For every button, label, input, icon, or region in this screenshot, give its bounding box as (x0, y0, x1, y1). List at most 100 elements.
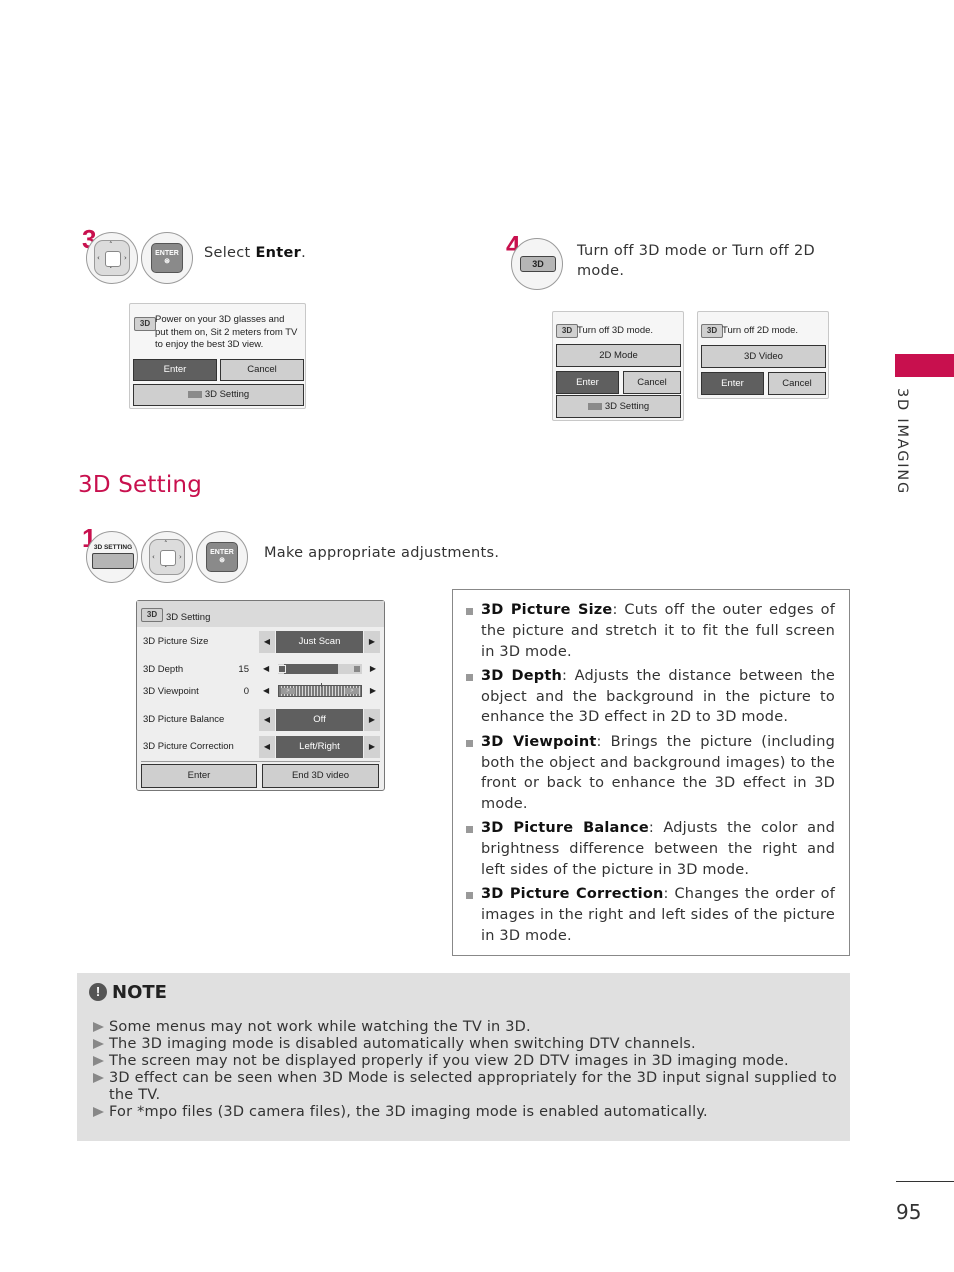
description-term: 3D Picture Size (481, 602, 613, 618)
osd-2d-mode-button[interactable]: 2D Mode (556, 344, 681, 367)
instruction-suffix: . (301, 245, 307, 261)
dpad-button-illustration: ˄ ˅ ‹ › (141, 531, 193, 583)
osd-message: Power on your 3D glasses and put them on… (155, 314, 298, 350)
page-number-rule (896, 1181, 954, 1182)
depth-start-marker (278, 665, 286, 673)
osd-cancel-button[interactable]: Cancel (623, 371, 681, 394)
picture-size-value: Just Scan (276, 631, 363, 653)
settings-description-box: 3D Picture Size: Cuts off the outer edge… (452, 589, 850, 956)
triangle-bullet-icon (93, 1039, 104, 1049)
3d-logo-icon: 3D (134, 317, 156, 331)
triangle-bullet-icon (93, 1073, 104, 1083)
enter-key-label: ENTER (210, 549, 234, 556)
right-arrow-icon[interactable]: ▶ (364, 631, 380, 653)
step3-instruction: Select Enter. (204, 245, 306, 261)
viewpoint-left-marker: > (281, 688, 295, 694)
glasses-prompt-osd: 3D Power on your 3D glasses and put them… (129, 303, 306, 409)
menu-title: 3D Setting (166, 612, 211, 623)
note-list: Some menus may not work while watching t… (93, 1019, 837, 1121)
color-key-icon (587, 402, 602, 410)
3d-setting-key-label: 3D SETTING (93, 544, 133, 551)
note-item: 3D effect can be seen when 3D Mode is se… (93, 1070, 837, 1104)
enter-key-label: ENTER (155, 250, 179, 257)
depth-fill (284, 664, 339, 674)
left-arrow-icon[interactable]: ◀ (259, 709, 275, 731)
left-arrow-icon[interactable]: ◀ (263, 662, 269, 676)
osd-message: Turn off 2D mode. (722, 325, 799, 336)
left-arrow-icon[interactable]: ◀ (259, 631, 275, 653)
note-item: The screen may not be displayed properly… (93, 1053, 837, 1070)
enter-key-icon: ENTER ⊛ (151, 243, 183, 273)
note-text: The 3D imaging mode is disabled automati… (109, 1036, 696, 1052)
menu-row-label: 3D Picture Balance (143, 714, 225, 725)
osd-3d-video-button[interactable]: 3D Video (701, 345, 826, 368)
viewpoint-track[interactable]: > > (278, 683, 362, 697)
right-arrow-icon[interactable]: ▶ (370, 684, 376, 698)
enter-key-symbol: ⊛ (219, 556, 225, 564)
right-arrow-icon[interactable]: ▶ (364, 709, 380, 731)
osd-cancel-button[interactable]: Cancel (768, 372, 826, 395)
note-text: Some menus may not work while watching t… (109, 1019, 531, 1035)
triangle-bullet-icon (93, 1022, 104, 1032)
description-term: 3D Depth (481, 667, 563, 684)
menu-divider (141, 761, 380, 762)
menu-row-label: 3D Picture Size (143, 636, 209, 647)
enter-button-illustration: ENTER ⊛ (141, 232, 193, 284)
3d-logo-icon: 3D (556, 324, 578, 338)
note-item: Some menus may not work while watching t… (93, 1019, 837, 1036)
menu-row-label: 3D Picture Correction (143, 741, 234, 752)
dpad-icon: ˄ ˅ ‹ › (94, 240, 130, 276)
note-box: ! NOTE Some menus may not work while wat… (77, 973, 850, 1141)
turn-off-2d-osd: 3D Turn off 2D mode. 3D Video Enter Canc… (697, 311, 829, 399)
picture-correction-selector[interactable]: ◀ Left/Right ▶ (259, 736, 380, 758)
picture-size-selector[interactable]: ◀ Just Scan ▶ (259, 631, 380, 653)
note-item: For *mpo files (3D camera files), the 3D… (93, 1104, 837, 1121)
turn-off-3d-osd: 3D Turn off 3D mode. 2D Mode Enter Cance… (552, 311, 684, 421)
bullet-icon (466, 673, 473, 681)
picture-balance-selector[interactable]: ◀ Off ▶ (259, 709, 380, 731)
osd-3d-setting-label: 3D Setting (204, 389, 250, 400)
osd-enter-button[interactable]: Enter (556, 371, 619, 394)
description-term: 3D Picture Balance (481, 820, 649, 837)
description-item: 3D Picture Correction: Changes the order… (465, 884, 835, 946)
osd-3d-setting-button[interactable]: 3D Setting (556, 395, 681, 418)
left-arrow-icon[interactable]: ◀ (263, 684, 269, 698)
note-text: 3D effect can be seen when 3D Mode is se… (109, 1070, 837, 1103)
3d-setting-button-illustration: 3D SETTING (86, 531, 138, 583)
step1-instruction: Make appropriate adjustments. (264, 545, 500, 561)
enter-key-symbol: ⊛ (164, 257, 170, 265)
bullet-icon (466, 826, 473, 834)
viewpoint-slider[interactable]: ◀ > > ▶ (259, 683, 380, 698)
note-text: The screen may not be displayed properly… (109, 1053, 789, 1069)
depth-slider[interactable]: ◀ ▶ (259, 662, 380, 676)
dpad-button-illustration: ˄ ˅ ‹ › (86, 232, 138, 284)
dpad-icon: ˄ ˅ ‹ › (149, 539, 185, 575)
3d-logo-icon: 3D (701, 324, 723, 338)
exclamation-icon: ! (89, 983, 107, 1001)
osd-enter-button[interactable]: Enter (133, 359, 217, 381)
menu-enter-button[interactable]: Enter (141, 764, 257, 788)
left-arrow-icon[interactable]: ◀ (259, 736, 275, 758)
triangle-bullet-icon (93, 1107, 104, 1117)
enter-button-illustration: ENTER ⊛ (196, 531, 248, 583)
3d-logo-icon: 3D (141, 608, 163, 622)
note-text: For *mpo files (3D camera files), the 3D… (109, 1104, 708, 1120)
picture-correction-value: Left/Right (276, 736, 363, 758)
osd-3d-setting-button[interactable]: 3D Setting (133, 384, 304, 406)
osd-enter-button[interactable]: Enter (701, 372, 764, 395)
depth-value: 15 (238, 664, 249, 675)
section-title: 3D Setting (78, 472, 203, 498)
description-item: 3D Depth: Adjusts the distance between t… (465, 666, 835, 728)
bullet-icon (466, 892, 473, 900)
depth-track[interactable] (278, 664, 362, 674)
description-item: 3D Picture Size: Cuts off the outer edge… (465, 600, 835, 662)
color-key-icon (187, 390, 202, 398)
right-arrow-icon[interactable]: ▶ (364, 736, 380, 758)
note-item: The 3D imaging mode is disabled automati… (93, 1036, 837, 1053)
chapter-tab-marker (895, 354, 954, 377)
osd-3d-setting-label: 3D Setting (604, 401, 650, 412)
right-arrow-icon[interactable]: ▶ (370, 662, 376, 676)
osd-cancel-button[interactable]: Cancel (220, 359, 304, 381)
end-3d-video-button[interactable]: End 3D video (262, 764, 379, 788)
chapter-title: 3D IMAGING (894, 388, 910, 496)
